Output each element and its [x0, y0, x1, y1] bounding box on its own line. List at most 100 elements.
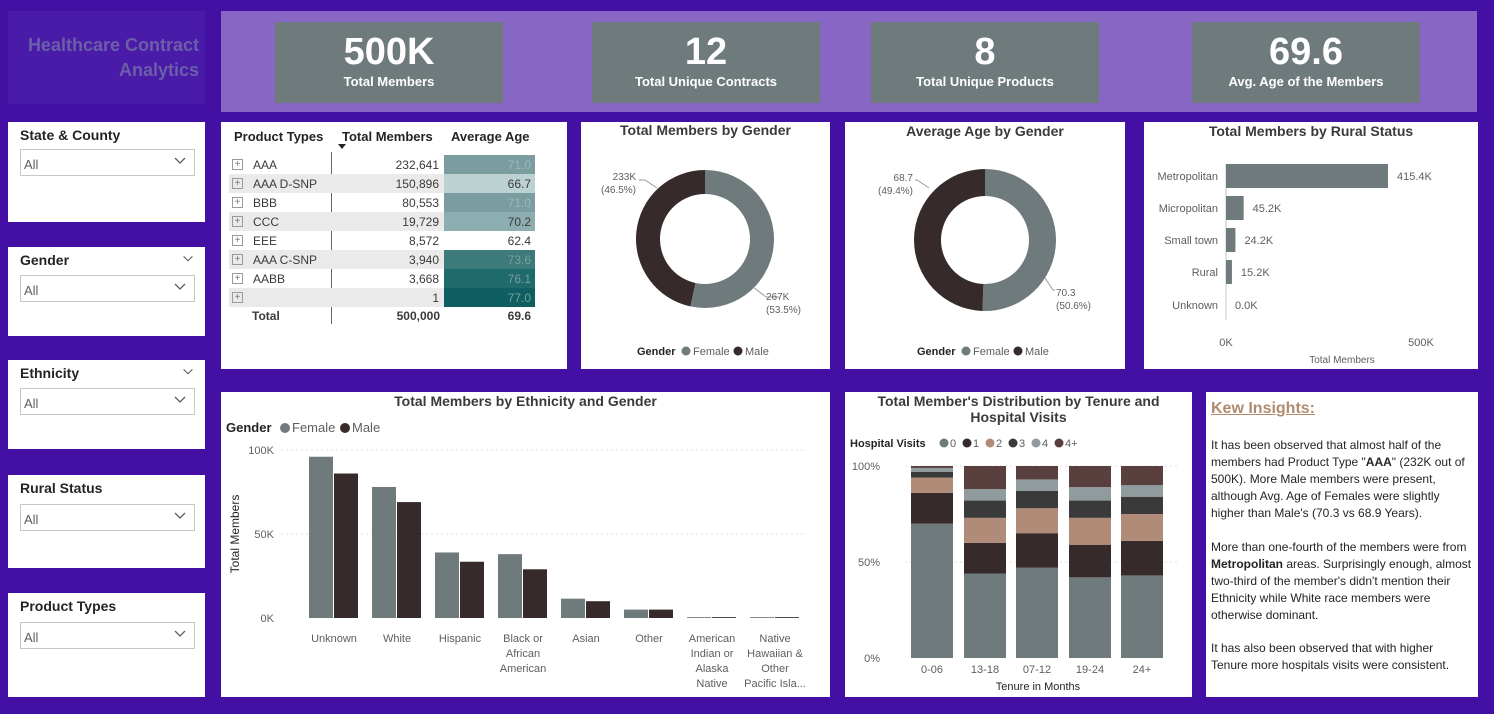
- data-label: 24.2K: [1244, 235, 1273, 247]
- expand-icon[interactable]: +: [232, 235, 243, 246]
- table-row[interactable]: + EEE 8,572 62.4: [229, 231, 535, 250]
- expand-icon[interactable]: +: [232, 254, 243, 265]
- tick-label: 0%: [864, 653, 880, 665]
- bar: [1226, 196, 1244, 220]
- gender-donut-chart: 267K (53.5%) 233K (46.5%) Gender Female Male: [601, 170, 801, 358]
- bar-segment: [1121, 496, 1163, 514]
- axis-label: Total Members: [1309, 355, 1375, 366]
- kpi-total-contracts: 12 Total Unique Contracts: [592, 22, 820, 103]
- bar-segment: [1121, 540, 1163, 576]
- product-types-dropdown[interactable]: All: [20, 622, 195, 649]
- category-label: Unknown: [311, 633, 357, 645]
- product-type-cell: EEE: [253, 234, 278, 248]
- legend-marker: [1008, 438, 1018, 448]
- bar-male: [586, 601, 610, 618]
- data-label: 0.0K: [1235, 300, 1258, 312]
- category-label: Black or: [503, 633, 543, 645]
- legend-title: Gender: [917, 346, 956, 358]
- expand-icon[interactable]: +: [232, 216, 243, 227]
- kpi-total-members: 500K Total Members: [275, 22, 503, 103]
- product-type-cell: CCC: [253, 215, 279, 229]
- chevron-down-icon[interactable]: [181, 365, 195, 379]
- table-row[interactable]: + AAA D-SNP 150,896 66.7: [229, 174, 535, 193]
- slicer-product-types: Product Types All: [8, 593, 205, 697]
- table-row[interactable]: + AABB 3,668 76.1: [229, 269, 535, 288]
- tenure-panel: Total Member's Distribution by Tenure an…: [845, 392, 1192, 697]
- insights-bold-text: AAA: [1365, 455, 1392, 469]
- gender-dropdown[interactable]: All: [20, 275, 195, 302]
- legend-label: 4: [1042, 438, 1048, 450]
- legend-marker: [985, 438, 995, 448]
- ethnicity-chart: Gender Female Male 100K 50K 0K Total Members Un…: [226, 420, 806, 690]
- slicer-title: Product Types: [20, 598, 117, 614]
- bar-segment: [1121, 485, 1163, 497]
- legend-marker: [939, 438, 949, 448]
- age-donut-chart: 70.3 (50.6%) 68.7 (49.4%) Gender Female Male: [878, 169, 1091, 358]
- table-row[interactable]: + BBB 80,553 71.0: [229, 193, 535, 212]
- legend-label: Male: [1025, 346, 1049, 358]
- table-row[interactable]: +1 77.0: [229, 288, 535, 307]
- legend-marker-female: [681, 346, 691, 356]
- bar: [1226, 164, 1389, 188]
- bar-male: [523, 569, 547, 618]
- table-row[interactable]: + AAA C-SNP 3,940 73.6: [229, 250, 535, 269]
- leader-line: [639, 179, 658, 189]
- bar-segment: [1016, 466, 1058, 480]
- table-row[interactable]: + CCC 19,729 70.2: [229, 212, 535, 231]
- kpi-value: 500K: [343, 31, 435, 73]
- expand-icon[interactable]: +: [232, 273, 243, 284]
- expand-icon[interactable]: +: [232, 159, 243, 170]
- kpi-label: Total Unique Contracts: [634, 74, 778, 89]
- category-label: Other: [761, 663, 789, 675]
- rural-status-dropdown[interactable]: All: [20, 504, 195, 531]
- insights-bold-text: Metropolitan: [1211, 557, 1283, 571]
- kpi-value: 12: [684, 31, 728, 73]
- bar-segment: [1016, 567, 1058, 658]
- product-table: Product Types Total Members Average Age …: [229, 122, 559, 369]
- column-header-total-members[interactable]: Total Members: [342, 129, 433, 144]
- bar: [1226, 228, 1236, 252]
- legend-label: 1: [973, 438, 979, 450]
- bar-segment: [1069, 487, 1111, 501]
- chevron-down-icon[interactable]: [181, 252, 195, 266]
- category-label: American: [500, 663, 546, 675]
- bar-segment: [1069, 544, 1111, 578]
- bar-female: [498, 554, 522, 618]
- legend-marker: [1054, 438, 1064, 448]
- legend-marker-male: [340, 423, 350, 433]
- column-header-product-types[interactable]: Product Types: [234, 129, 323, 144]
- insights-text: More than one-fourth of the members were…: [1211, 540, 1467, 554]
- bar-segment: [964, 489, 1006, 501]
- average-age-cell: 77.0: [444, 288, 535, 307]
- axis-label: Tenure in Months: [996, 681, 1081, 693]
- slicer-value: All: [24, 512, 39, 527]
- bar-segment: [911, 466, 953, 468]
- chevron-down-icon: [174, 630, 186, 637]
- data-label-percent: (53.5%): [766, 305, 801, 316]
- bar-male: [649, 609, 673, 618]
- column-header-average-age[interactable]: Average Age: [451, 129, 530, 144]
- bar-female: [624, 609, 648, 618]
- chevron-down-icon: [174, 396, 186, 403]
- bar-male: [397, 502, 421, 618]
- bar-segment: [1069, 517, 1111, 545]
- bar-segment: [911, 523, 953, 658]
- product-type-cell: AABB: [253, 272, 286, 286]
- product-type-cell: AAA C-SNP: [253, 253, 318, 267]
- data-label-value: 70.3: [1056, 288, 1076, 299]
- bar-segment: [964, 500, 1006, 518]
- category-label: Hawaiian &: [747, 648, 803, 660]
- ethnicity-dropdown[interactable]: All: [20, 388, 195, 415]
- state-county-dropdown[interactable]: All: [20, 149, 195, 176]
- table-row[interactable]: + AAA 232,641 71.0: [229, 155, 535, 174]
- category-label: Metropolitan: [1157, 171, 1218, 183]
- bar-male: [334, 473, 358, 618]
- expand-icon[interactable]: +: [232, 178, 243, 189]
- bar-female: [309, 456, 333, 618]
- slicer-gender: Gender All: [8, 247, 205, 336]
- legend-label: Male: [745, 346, 769, 358]
- expand-icon[interactable]: +: [232, 292, 243, 303]
- expand-icon[interactable]: +: [232, 197, 243, 208]
- bar-segment: [1016, 479, 1058, 491]
- legend-marker: [1031, 438, 1041, 448]
